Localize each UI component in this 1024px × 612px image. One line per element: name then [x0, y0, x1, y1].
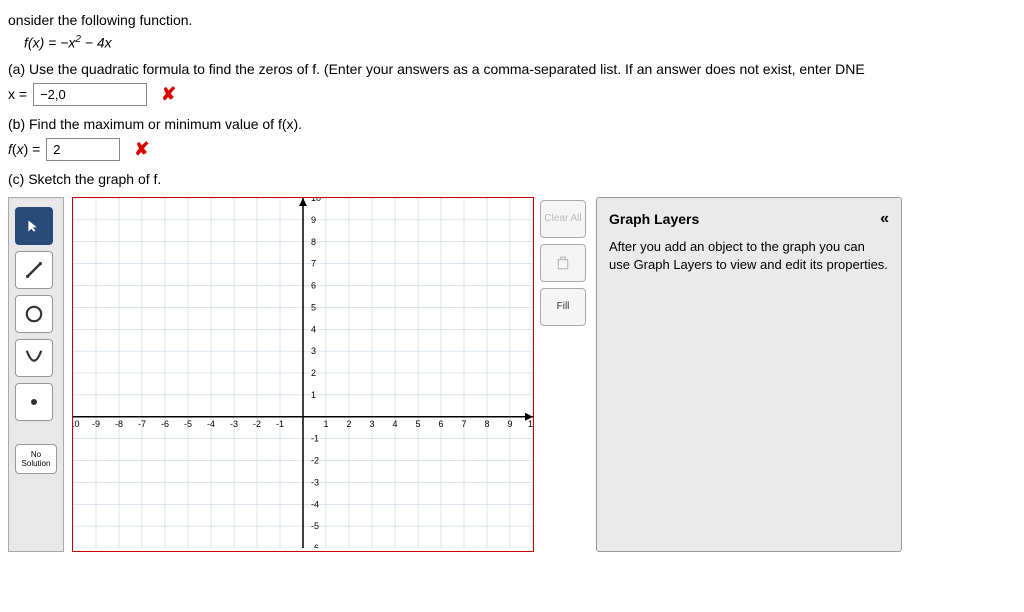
circle-tool[interactable]: [15, 295, 53, 333]
svg-text:-2: -2: [311, 455, 319, 465]
svg-text:-5: -5: [311, 521, 319, 531]
svg-text:5: 5: [415, 418, 420, 428]
no-solution-line1: No: [16, 450, 56, 459]
part-b-input[interactable]: [46, 138, 120, 161]
parabola-tool[interactable]: [15, 339, 53, 377]
part-a-prompt: (a) Use the quadratic formula to find th…: [8, 61, 1016, 77]
svg-text:-5: -5: [184, 418, 192, 428]
svg-text:1: 1: [323, 418, 328, 428]
part-a-label: x =: [8, 86, 27, 102]
intro-text: onsider the following function.: [8, 12, 1016, 28]
layers-title: Graph Layers: [609, 211, 699, 227]
svg-text:-6: -6: [161, 418, 169, 428]
incorrect-icon: ✘: [161, 84, 176, 105]
fill-button[interactable]: Fill: [540, 288, 586, 326]
graph-toolbar: No Solution: [8, 197, 64, 552]
svg-text:7: 7: [311, 258, 316, 268]
svg-text:-8: -8: [115, 418, 123, 428]
clear-all-button[interactable]: Clear All: [540, 200, 586, 238]
svg-text:9: 9: [311, 215, 316, 225]
part-b-label: f(x) =: [8, 141, 40, 157]
part-b: (b) Find the maximum or minimum value of…: [8, 116, 1016, 161]
graph-layers-panel: Graph Layers « After you add an object t…: [596, 197, 902, 552]
part-a: (a) Use the quadratic formula to find th…: [8, 61, 1016, 106]
svg-text:4: 4: [392, 418, 397, 428]
no-solution-button[interactable]: No Solution: [15, 444, 57, 474]
svg-text:-4: -4: [311, 499, 319, 509]
svg-text:-2: -2: [253, 418, 261, 428]
pointer-tool[interactable]: [15, 207, 53, 245]
layers-body: After you add an object to the graph you…: [609, 238, 889, 274]
svg-text:5: 5: [311, 302, 316, 312]
svg-text:6: 6: [438, 418, 443, 428]
svg-text:-10: -10: [73, 418, 80, 428]
svg-text:-4: -4: [207, 418, 215, 428]
svg-text:2: 2: [346, 418, 351, 428]
svg-text:3: 3: [369, 418, 374, 428]
svg-text:-1: -1: [276, 418, 284, 428]
part-c: (c) Sketch the graph of f.: [8, 171, 1016, 187]
svg-text:-6: -6: [311, 543, 319, 548]
svg-text:4: 4: [311, 324, 316, 334]
part-a-input[interactable]: [33, 83, 147, 106]
point-tool[interactable]: [15, 383, 53, 421]
incorrect-icon: ✘: [134, 139, 149, 160]
svg-text:10: 10: [311, 198, 321, 203]
svg-text:7: 7: [461, 418, 466, 428]
svg-text:1: 1: [311, 390, 316, 400]
svg-text:8: 8: [484, 418, 489, 428]
graph-area: No Solution -10 -9 -8 -7 -6 -5 -4 -3 -2 -1 1 2 3 4 5 6 7…: [8, 197, 1016, 552]
svg-text:8: 8: [311, 236, 316, 246]
svg-text:3: 3: [311, 346, 316, 356]
svg-text:-3: -3: [311, 477, 319, 487]
svg-text:-9: -9: [92, 418, 100, 428]
svg-text:2: 2: [311, 368, 316, 378]
no-solution-line2: Solution: [16, 459, 56, 468]
delete-button[interactable]: [540, 244, 586, 282]
svg-text:-3: -3: [230, 418, 238, 428]
svg-text:-7: -7: [138, 418, 146, 428]
function-text: f(x) = −x2 − 4x: [24, 34, 1016, 51]
svg-text:-1: -1: [311, 433, 319, 443]
svg-text:10: 10: [528, 418, 533, 428]
part-b-prompt: (b) Find the maximum or minimum value of…: [8, 116, 1016, 132]
svg-text:6: 6: [311, 280, 316, 290]
part-c-prompt: (c) Sketch the graph of f.: [8, 171, 1016, 187]
graph-controls: Clear All Fill: [540, 197, 586, 552]
graph-canvas[interactable]: -10 -9 -8 -7 -6 -5 -4 -3 -2 -1 1 2 3 4 5 6 7 8 9 10 -6 -5 -4 -3…: [72, 197, 534, 552]
svg-text:9: 9: [507, 418, 512, 428]
collapse-icon[interactable]: «: [880, 210, 889, 228]
line-tool[interactable]: [15, 251, 53, 289]
